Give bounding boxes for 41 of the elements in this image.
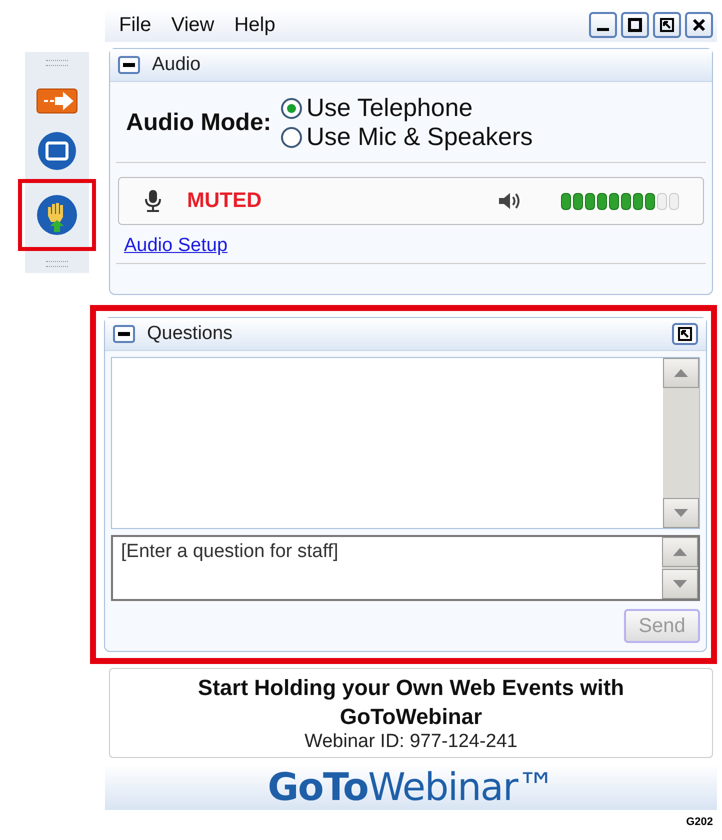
popout-icon [660, 18, 674, 32]
minimize-icon [597, 28, 609, 30]
collapse-button[interactable] [113, 325, 135, 343]
logo: GoToWebinar™ [268, 765, 554, 809]
screen-icon [36, 130, 76, 171]
radio-option[interactable]: Use Mic & Speakers [281, 123, 533, 152]
up-arrow-icon [674, 369, 688, 377]
down-arrow-icon [674, 509, 688, 517]
grip-handle[interactable] [46, 60, 68, 66]
menu-item[interactable]: Help [234, 14, 276, 36]
window-button[interactable] [589, 12, 617, 38]
menu-item[interactable]: File [119, 14, 152, 36]
collapse-icon [123, 63, 135, 67]
figure-code: G202 [685, 815, 714, 828]
scroll-down-button[interactable] [663, 498, 699, 528]
window-button[interactable] [653, 12, 681, 38]
panel-title: Audio [152, 54, 201, 76]
window-button[interactable] [685, 12, 713, 38]
collapse-icon [118, 332, 130, 336]
grip-handle[interactable] [46, 261, 68, 267]
popout-icon [678, 327, 692, 341]
scroll-up-button[interactable] [663, 358, 699, 388]
microphone-icon [143, 189, 163, 213]
window-button[interactable] [621, 12, 649, 38]
mute-status: MUTED [187, 189, 262, 213]
radio-option[interactable]: Use Telephone [281, 94, 533, 123]
audio-setup-link[interactable]: Audio Setup [124, 235, 228, 257]
popout-button[interactable] [672, 323, 698, 345]
scrollbar[interactable] [663, 358, 699, 528]
highlighted-toolbar-button[interactable] [18, 179, 96, 252]
radio-button[interactable] [281, 127, 302, 148]
panel-title: Questions [147, 323, 233, 345]
webinar-id: Webinar ID: 977-124-241 [304, 731, 518, 753]
maximize-icon [628, 18, 642, 32]
radio-button[interactable] [281, 98, 302, 119]
menu-item[interactable]: View [171, 14, 214, 36]
audio-mode-label: Audio Mode: [126, 109, 272, 137]
raise-hand-icon [36, 194, 78, 236]
close-icon [692, 18, 706, 32]
promo-headline: Start Holding your Own Web Events with GoToWebinar [196, 674, 626, 731]
collapse-button[interactable] [118, 56, 140, 74]
